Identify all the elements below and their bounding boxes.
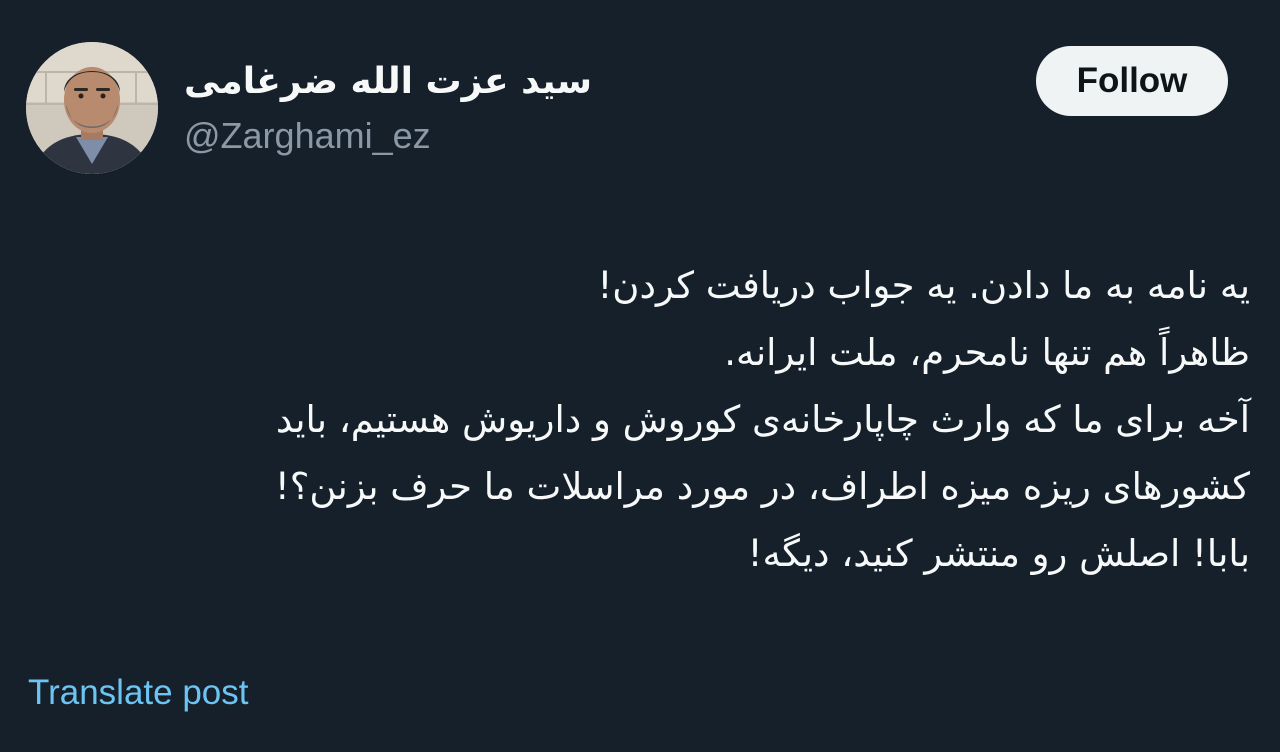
tweet-card: سید عزت الله ضرغامی @Zarghami_ez Follow … [0,0,1280,752]
tweet-line: بابا! اصلش رو منتشر کنید، دیگه! [747,532,1250,575]
tweet-text: یه نامه به ما دادن. یه جواب دریافت کردن!… [20,252,1250,587]
avatar-photo [26,42,158,174]
follow-button[interactable]: Follow [1036,46,1228,116]
avatar[interactable] [26,42,158,174]
tweet-line: ظاهراً هم تنها نامحرم، ملت ایرانه. [724,331,1250,374]
tweet-line: کشورهای ریزه میزه اطراف، در مورد مراسلات… [274,465,1250,508]
tweet-line: آخه برای ما که وارث چاپارخانه‌ی کوروش و … [275,398,1250,441]
author-handle[interactable]: @Zarghami_ez [184,112,431,160]
translate-post-link[interactable]: Translate post [28,670,248,716]
tweet-line: یه نامه به ما دادن. یه جواب دریافت کردن! [597,264,1250,307]
author-display-name[interactable]: سید عزت الله ضرغامی [184,58,592,106]
